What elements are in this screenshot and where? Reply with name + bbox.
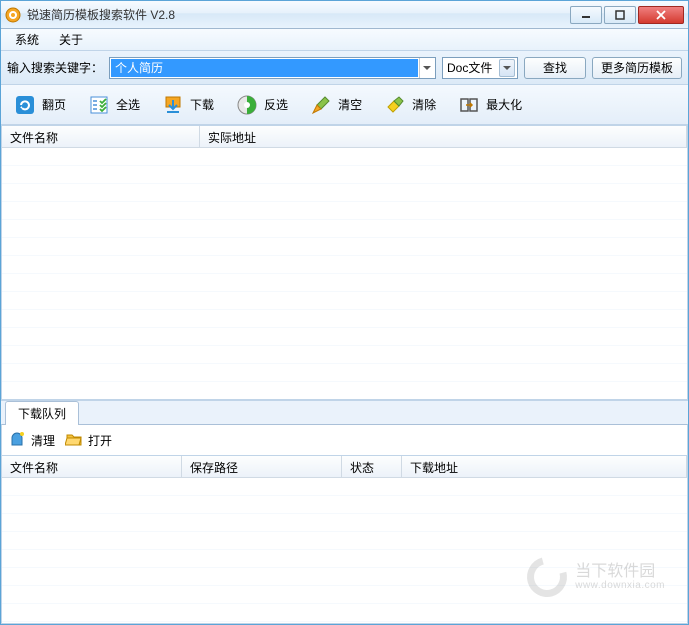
invert-label: 反选 bbox=[264, 96, 288, 113]
tab-download-queue[interactable]: 下载队列 bbox=[5, 401, 79, 425]
menu-about[interactable]: 关于 bbox=[49, 29, 93, 50]
clean-icon bbox=[8, 430, 26, 451]
results-grid[interactable]: 文件名称 实际地址 bbox=[1, 125, 688, 400]
toolbar: 翻页 全选 下载 反选 清空 清除 最大化 bbox=[1, 85, 688, 125]
menubar: 系统 关于 bbox=[1, 29, 688, 51]
maximize-label: 最大化 bbox=[486, 96, 522, 113]
brush-icon bbox=[384, 94, 406, 116]
broom-icon bbox=[310, 94, 332, 116]
filetype-value: Doc文件 bbox=[447, 59, 499, 76]
clear-empty-button[interactable]: 清空 bbox=[301, 90, 371, 120]
page-label: 翻页 bbox=[42, 96, 66, 113]
download-header: 文件名称 保存路径 状态 下载地址 bbox=[2, 456, 687, 478]
download-icon bbox=[162, 94, 184, 116]
more-templates-button[interactable]: 更多简历模板 bbox=[592, 57, 682, 79]
page-button[interactable]: 翻页 bbox=[5, 90, 75, 120]
invert-button[interactable]: 反选 bbox=[227, 90, 297, 120]
results-area: 文件名称 实际地址 bbox=[1, 125, 688, 400]
download-body[interactable] bbox=[2, 478, 687, 623]
download-toolbar: 清理 打开 bbox=[1, 424, 688, 456]
col-filename[interactable]: 文件名称 bbox=[2, 126, 200, 147]
download-tabstrip: 下载队列 bbox=[1, 400, 688, 424]
keyword-input[interactable] bbox=[111, 59, 418, 77]
col-url[interactable]: 实际地址 bbox=[200, 126, 687, 147]
window-controls bbox=[568, 6, 684, 24]
clean-label: 清理 bbox=[31, 432, 55, 449]
minimize-button[interactable] bbox=[570, 6, 602, 24]
results-body[interactable] bbox=[2, 148, 687, 399]
filetype-dropdown-icon[interactable] bbox=[499, 59, 515, 77]
dl-col-url[interactable]: 下载地址 bbox=[402, 456, 687, 477]
filetype-select[interactable]: Doc文件 bbox=[442, 57, 518, 79]
open-button[interactable]: 打开 bbox=[65, 430, 112, 451]
dl-col-path[interactable]: 保存路径 bbox=[182, 456, 342, 477]
refresh-icon bbox=[14, 94, 36, 116]
search-button-label: 查找 bbox=[543, 59, 567, 76]
select-all-label: 全选 bbox=[116, 96, 140, 113]
close-button[interactable] bbox=[638, 6, 684, 24]
keyword-combo[interactable] bbox=[109, 57, 436, 79]
clear-label: 清除 bbox=[412, 96, 436, 113]
download-grid[interactable]: 文件名称 保存路径 状态 下载地址 bbox=[1, 456, 688, 624]
checklist-icon bbox=[88, 94, 110, 116]
folder-icon bbox=[65, 430, 83, 451]
app-window: 锐速简历模板搜索软件 V2.8 系统 关于 输入搜索关键字： Doc文件 查找 … bbox=[0, 0, 689, 625]
menu-system[interactable]: 系统 bbox=[5, 29, 49, 50]
search-button[interactable]: 查找 bbox=[524, 57, 586, 79]
clear-empty-label: 清空 bbox=[338, 96, 362, 113]
expand-icon bbox=[458, 94, 480, 116]
keyword-dropdown-icon[interactable] bbox=[419, 58, 435, 78]
clear-button[interactable]: 清除 bbox=[375, 90, 445, 120]
maximize-tool-button[interactable]: 最大化 bbox=[449, 90, 531, 120]
invert-icon bbox=[236, 94, 258, 116]
window-title: 锐速简历模板搜索软件 V2.8 bbox=[27, 6, 568, 23]
clean-button[interactable]: 清理 bbox=[8, 430, 55, 451]
download-button[interactable]: 下载 bbox=[153, 90, 223, 120]
open-label: 打开 bbox=[88, 432, 112, 449]
searchbar: 输入搜索关键字： Doc文件 查找 更多简历模板 bbox=[1, 51, 688, 85]
app-icon bbox=[5, 7, 21, 23]
dl-col-status[interactable]: 状态 bbox=[342, 456, 402, 477]
dl-col-filename[interactable]: 文件名称 bbox=[2, 456, 182, 477]
more-button-label: 更多简历模板 bbox=[601, 59, 673, 76]
select-all-button[interactable]: 全选 bbox=[79, 90, 149, 120]
search-label: 输入搜索关键字： bbox=[7, 59, 103, 76]
results-header: 文件名称 实际地址 bbox=[2, 126, 687, 148]
download-label: 下载 bbox=[190, 96, 214, 113]
maximize-button[interactable] bbox=[604, 6, 636, 24]
titlebar: 锐速简历模板搜索软件 V2.8 bbox=[1, 1, 688, 29]
